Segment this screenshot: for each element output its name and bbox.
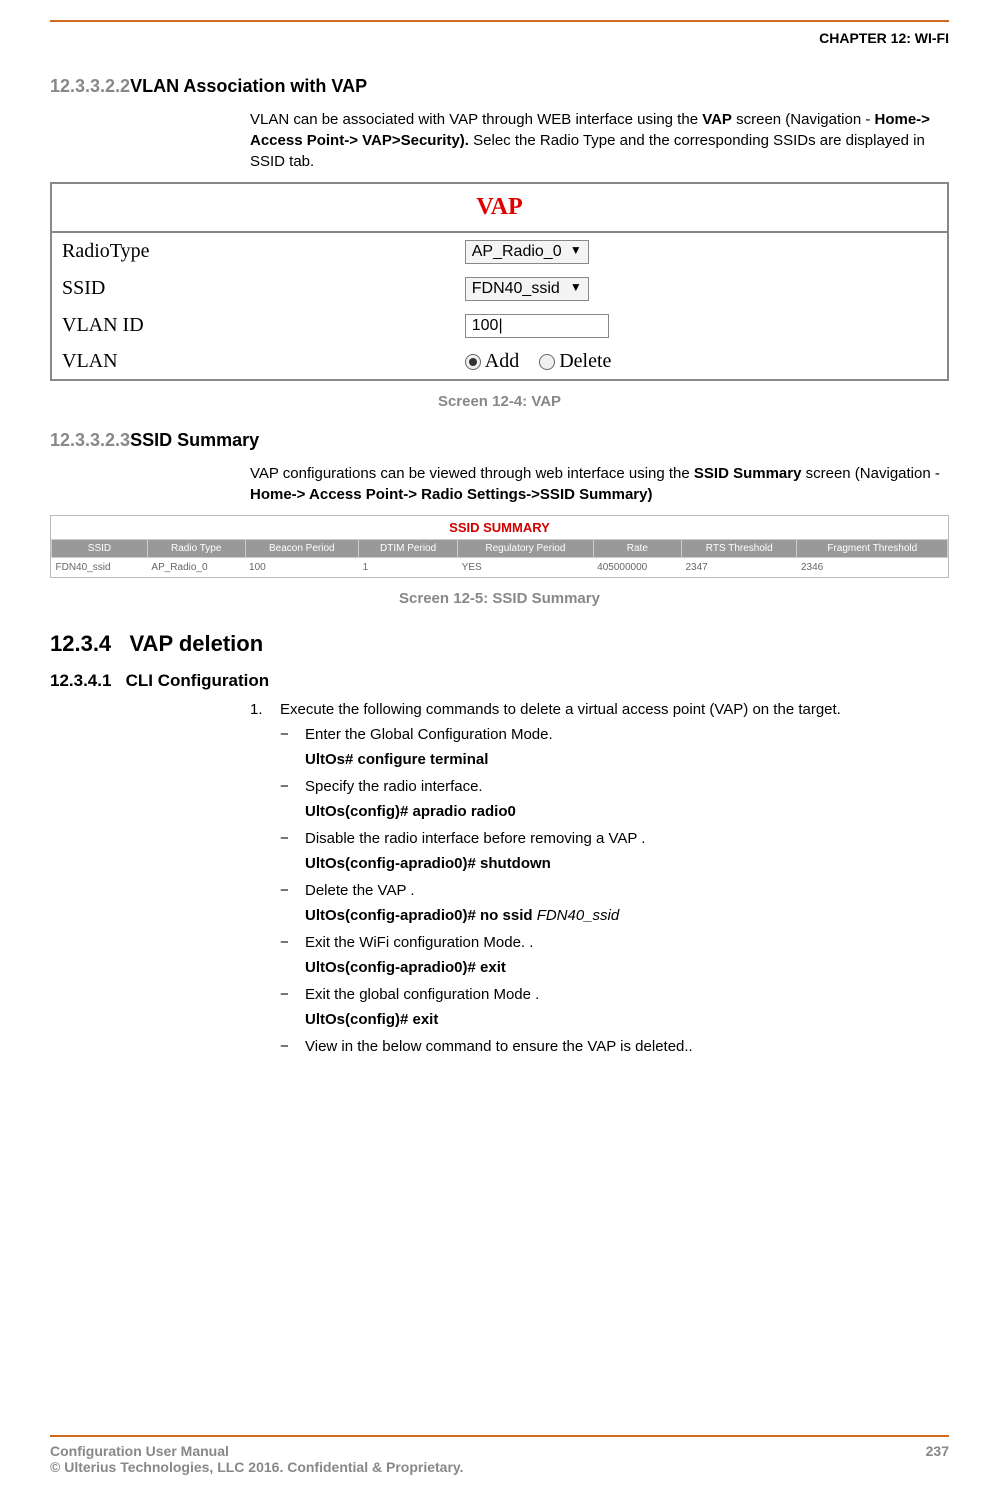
figure-caption: Screen 12-5: SSID Summary	[50, 590, 949, 607]
dash-step: −Exit the global configuration Mode .	[280, 986, 949, 1003]
ssid-data-row: FDN40_ssid AP_Radio_0 100 1 YES 40500000…	[52, 558, 948, 578]
subsubsection-cli-config: 12.3.4.1 CLI Configuration	[50, 671, 949, 691]
section-heading-vlan-vap: 12.3.3.2.2VLAN Association with VAP	[50, 76, 949, 97]
dash-step: −View in the below command to ensure the…	[280, 1038, 949, 1055]
radiotype-dropdown[interactable]: AP_Radio_0▼	[465, 240, 589, 264]
cli-command: UltOs(config)# exit	[305, 1011, 949, 1028]
vap-screenshot: VAP RadioType AP_Radio_0▼ SSID FDN40_ssi…	[50, 182, 949, 381]
cli-command: UltOs(config-apradio0)# no ssid FDN40_ss…	[305, 907, 949, 924]
vlan-label: VLAN	[52, 344, 455, 379]
ssid-summary-title: SSID SUMMARY	[51, 516, 948, 539]
ssid-dropdown[interactable]: FDN40_ssid▼	[465, 277, 589, 301]
vlanid-input[interactable]: 100|	[465, 314, 609, 338]
figure-caption: Screen 12-4: VAP	[50, 393, 949, 410]
dash-step: −Delete the VAP .	[280, 882, 949, 899]
numbered-step: 1. Execute the following commands to del…	[250, 701, 949, 718]
cli-command: UltOs(config)# apradio radio0	[305, 803, 949, 820]
vap-title: VAP	[476, 194, 522, 220]
vlanid-label: VLAN ID	[52, 307, 455, 344]
cli-command: UltOs(config-apradio0)# shutdown	[305, 855, 949, 872]
cli-command: UltOs# configure terminal	[305, 751, 949, 768]
chevron-down-icon: ▼	[570, 280, 582, 294]
dash-step: −Exit the WiFi configuration Mode. .	[280, 934, 949, 951]
chevron-down-icon: ▼	[570, 243, 582, 257]
body-paragraph: VLAN can be associated with VAP through …	[250, 109, 949, 172]
page-number: 237	[926, 1443, 949, 1475]
subsection-vap-deletion: 12.3.4 VAP deletion	[50, 631, 949, 657]
cli-command: UltOs(config-apradio0)# exit	[305, 959, 949, 976]
dash-step: −Enter the Global Configuration Mode.	[280, 726, 949, 743]
delete-radio[interactable]	[539, 354, 555, 370]
page-footer: Configuration User Manual © Ulterius Tec…	[50, 1443, 949, 1475]
section-heading-ssid-summary: 12.3.3.2.3SSID Summary	[50, 430, 949, 451]
body-paragraph: VAP configurations can be viewed through…	[250, 463, 949, 505]
ssid-label: SSID	[52, 270, 455, 307]
ssid-summary-screenshot: SSID SUMMARY SSID Radio Type Beacon Peri…	[50, 515, 949, 578]
chapter-header: CHAPTER 12: WI-FI	[50, 30, 949, 46]
dash-step: −Disable the radio interface before remo…	[280, 830, 949, 847]
ssid-header-row: SSID Radio Type Beacon Period DTIM Perio…	[52, 540, 948, 558]
dash-step: −Specify the radio interface.	[280, 778, 949, 795]
radiotype-label: RadioType	[52, 233, 455, 270]
add-radio[interactable]	[465, 354, 481, 370]
